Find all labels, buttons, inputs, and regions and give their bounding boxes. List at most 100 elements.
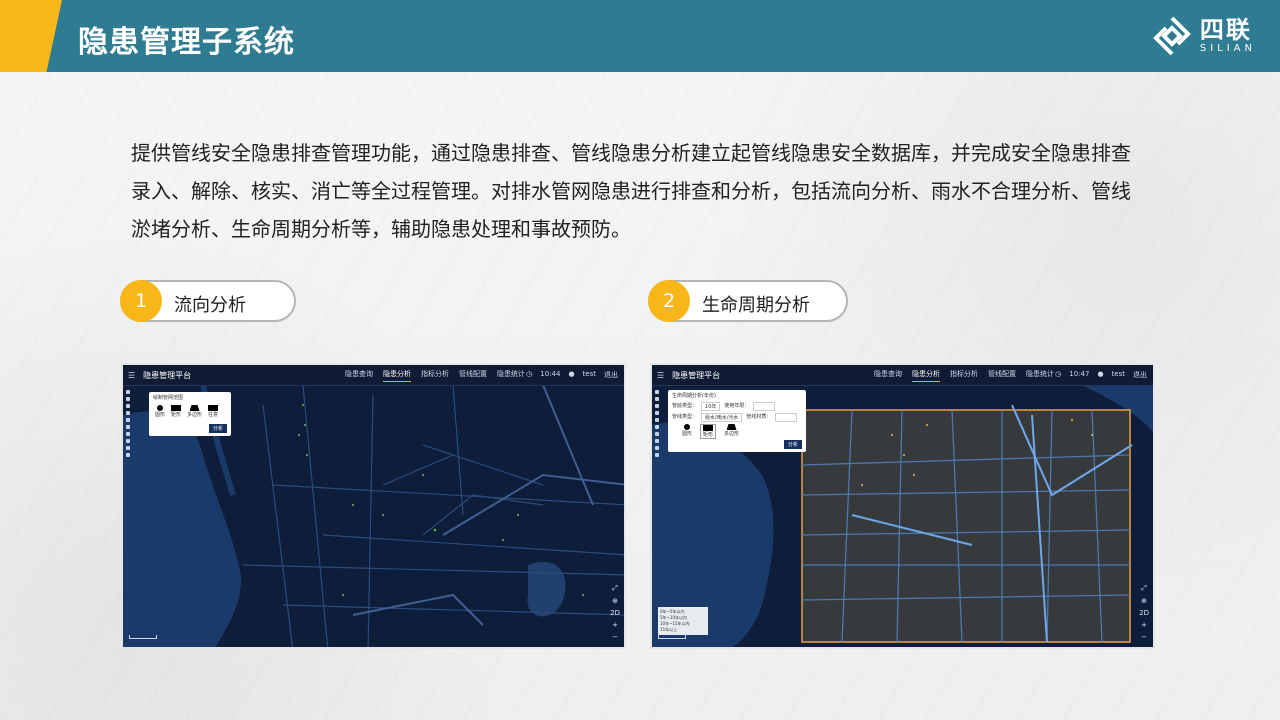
user-name[interactable]: test	[583, 370, 596, 380]
compass-icon[interactable]: ⊕	[1141, 597, 1147, 605]
compass-icon[interactable]: ⊕	[612, 597, 618, 605]
section-number: 2	[648, 280, 690, 322]
view-mode-toggle[interactable]: 2D	[610, 609, 620, 617]
tool-icon[interactable]	[126, 418, 130, 422]
panel-title: 生命周期分析(年份)	[672, 393, 716, 399]
scale-bar	[658, 635, 686, 639]
zoom-out-button[interactable]: −	[1141, 633, 1147, 641]
tool-icon[interactable]	[655, 432, 659, 436]
section-label: 生命周期分析	[702, 295, 810, 316]
tool-icon[interactable]	[126, 432, 130, 436]
zoom-in-button[interactable]: +	[1141, 621, 1147, 629]
user-icon: ●	[1097, 370, 1104, 378]
title-bar: 隐患管理子系统 四联 SILIAN	[0, 0, 1280, 72]
tool-icon[interactable]	[655, 397, 659, 401]
app-top-bar: ☰ 隐患管理平台 隐患查询 隐患分析 指标分析 管线配置 隐患统计 ◷ 10:4…	[652, 365, 1153, 386]
tool-icon[interactable]	[655, 418, 659, 422]
shape-free[interactable]: 任意	[208, 405, 218, 418]
tool-sidebar	[123, 386, 133, 457]
section-number: 1	[120, 280, 162, 322]
fullscreen-icon[interactable]: ⤢	[1141, 584, 1147, 593]
lifecycle-panel: 生命周期分析(年份) 管龄类型： 10年 使用年限： 管线类型： 给水/雨水/污…	[668, 390, 806, 452]
tool-icon[interactable]	[655, 404, 659, 408]
analyze-button[interactable]: 分析	[783, 440, 802, 449]
tool-icon[interactable]	[655, 390, 659, 394]
page-title: 隐患管理子系统	[78, 25, 295, 60]
analyze-button[interactable]: 分析	[208, 424, 227, 433]
pipe-material-select[interactable]	[775, 413, 798, 422]
app-nav: 隐患查询 隐患分析 指标分析 管线配置 隐患统计	[345, 369, 525, 382]
form-row: 管线类型： 给水/雨水/污水 管线材质：	[668, 412, 806, 423]
field-label: 管龄类型：	[672, 403, 698, 409]
section-label: 流向分析	[174, 295, 246, 316]
service-life-select[interactable]	[753, 402, 776, 411]
tool-icon[interactable]	[126, 390, 130, 394]
pipe-type-select[interactable]: 给水/雨水/污水	[701, 413, 743, 422]
tool-icon[interactable]	[126, 404, 130, 408]
zoom-in-button[interactable]: +	[612, 621, 618, 629]
tool-icon[interactable]	[126, 439, 130, 443]
pipe-age-select[interactable]: 10年	[701, 402, 721, 411]
field-label: 管线类型：	[672, 414, 698, 420]
shape-polygon[interactable]: 多边形	[187, 405, 202, 418]
company-logo: 四联 SILIAN	[1150, 14, 1256, 58]
menu-icon[interactable]: ☰	[128, 371, 135, 380]
nav-item-active[interactable]: 隐患分析	[912, 369, 940, 382]
nav-item[interactable]: 隐患统计	[1026, 369, 1054, 382]
nav-item[interactable]: 指标分析	[950, 369, 978, 382]
nav-item[interactable]: 指标分析	[421, 369, 449, 382]
user-name[interactable]: test	[1112, 370, 1125, 380]
shape-options: 圆形 矩形 多边形 任意	[149, 403, 231, 420]
section-tag-flow: 1 流向分析	[120, 280, 296, 322]
logout-button[interactable]: 退出	[604, 370, 618, 380]
scale-bar	[129, 635, 157, 639]
nav-item[interactable]: 隐患查询	[874, 369, 902, 382]
clock-icon: ◷	[526, 370, 533, 378]
time-text: 10:44	[540, 370, 561, 378]
logo-icon	[1153, 16, 1191, 56]
screenshot-lifecycle-analysis: ☰ 隐患管理平台 隐患查询 隐患分析 指标分析 管线配置 隐患统计 ◷ 10:4…	[650, 363, 1155, 649]
shape-options: 圆形 矩形 多边形	[668, 423, 806, 440]
shape-circle[interactable]: 圆形	[682, 424, 692, 439]
shape-rect[interactable]: 矩形	[700, 424, 717, 439]
shape-circle[interactable]: 圆形	[155, 405, 165, 418]
field-label: 使用年限：	[724, 403, 750, 409]
intro-paragraph: 提供管线安全隐患排查管理功能，通过隐患排查、管线隐患分析建立起管线隐患安全数据库…	[131, 141, 1131, 241]
nav-item[interactable]: 管线配置	[988, 369, 1016, 382]
shape-polygon[interactable]: 多边形	[724, 424, 739, 439]
tool-icon[interactable]	[126, 446, 130, 450]
tool-icon[interactable]	[655, 411, 659, 415]
app-brand: 隐患管理平台	[672, 370, 721, 380]
tool-icon[interactable]	[126, 425, 130, 429]
map-controls: ⤢ ⊕ 2D + −	[1139, 584, 1149, 641]
shape-rect[interactable]: 矩形	[171, 405, 181, 418]
tool-icon[interactable]	[126, 411, 130, 415]
tool-icon[interactable]	[655, 446, 659, 450]
nav-item[interactable]: 隐患统计	[497, 369, 525, 382]
tool-icon[interactable]	[126, 453, 130, 457]
tool-icon[interactable]	[655, 425, 659, 429]
screenshot-flow-analysis: ☰ 隐患管理平台 隐患查询 隐患分析 指标分析 管线配置 隐患统计 ◷ 10:4…	[121, 363, 626, 649]
fullscreen-icon[interactable]: ⤢	[612, 584, 618, 593]
tool-icon[interactable]	[655, 453, 659, 457]
time-text: 10:47	[1069, 370, 1090, 378]
app-brand: 隐患管理平台	[143, 370, 192, 380]
view-mode-toggle[interactable]: 2D	[1139, 609, 1149, 617]
zoom-out-button[interactable]: −	[612, 633, 618, 641]
nav-item-active[interactable]: 隐患分析	[383, 369, 411, 382]
logout-button[interactable]: 退出	[1133, 370, 1147, 380]
logo-text-cn: 四联	[1199, 16, 1252, 44]
logo-text-en: SILIAN	[1199, 43, 1256, 54]
menu-icon[interactable]: ☰	[657, 371, 664, 380]
header-accent	[0, 0, 62, 72]
tool-icon[interactable]	[655, 439, 659, 443]
section-tag-lifecycle: 2 生命周期分析	[648, 280, 848, 322]
panel-title: 绘制管网范围	[153, 395, 184, 401]
clock-icon: ◷	[1055, 370, 1062, 378]
legend-item: 15年以上	[660, 627, 678, 632]
app-top-bar: ☰ 隐患管理平台 隐患查询 隐患分析 指标分析 管线配置 隐患统计 ◷ 10:4…	[123, 365, 624, 386]
tool-icon[interactable]	[126, 397, 130, 401]
map-controls: ⤢ ⊕ 2D + −	[610, 584, 620, 641]
nav-item[interactable]: 管线配置	[459, 369, 487, 382]
nav-item[interactable]: 隐患查询	[345, 369, 373, 382]
